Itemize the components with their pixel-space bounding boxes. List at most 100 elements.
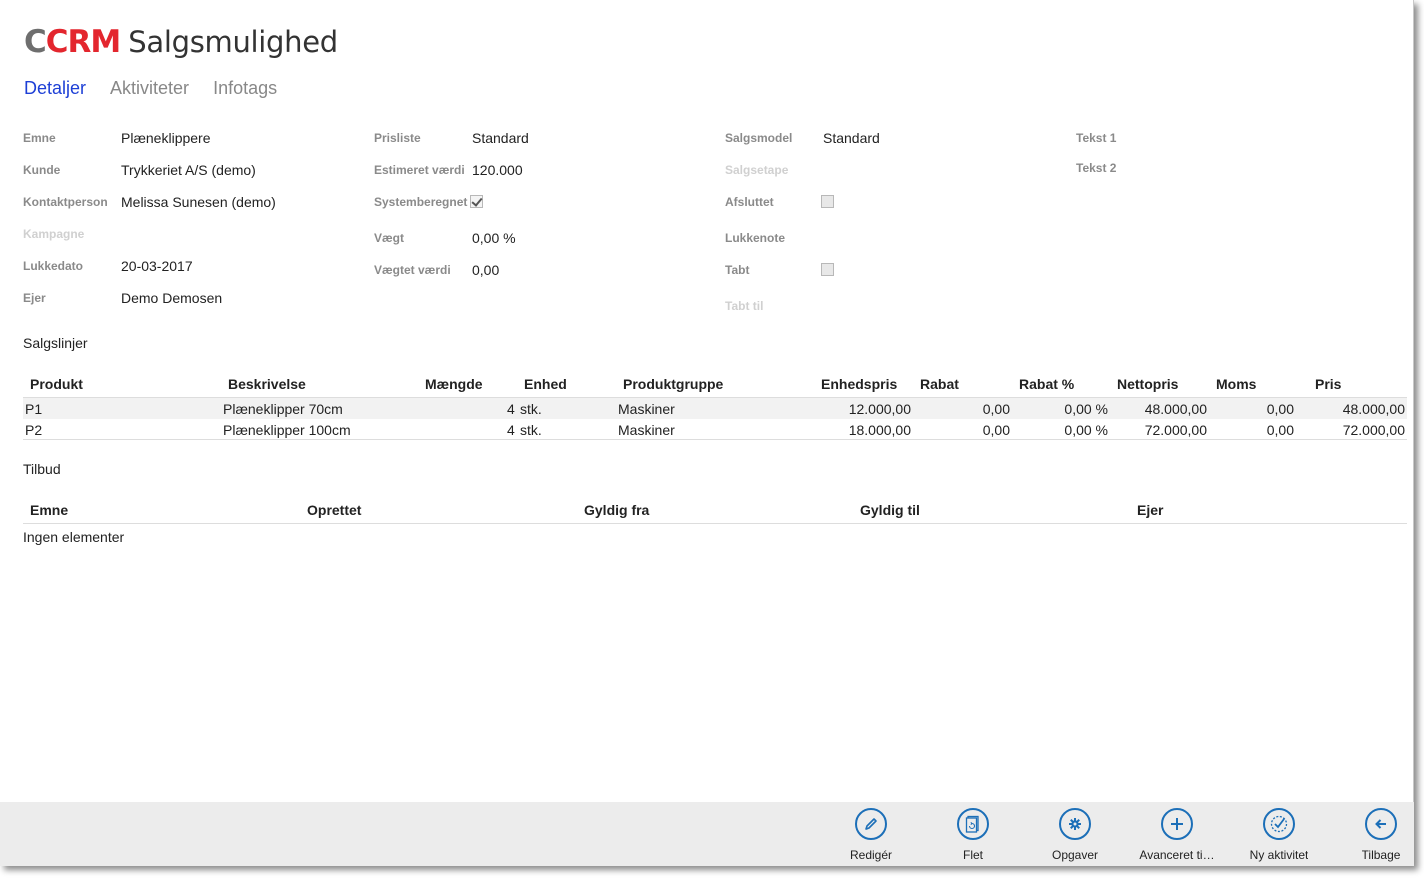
- field-label: Tekst 2: [1076, 161, 1117, 175]
- field-vaegt: Vægt 0,00 %: [374, 228, 516, 248]
- systemberegnet-checkbox[interactable]: [470, 195, 483, 208]
- tabt-checkbox[interactable]: [821, 263, 834, 276]
- cell-rabat: 0,00: [982, 401, 1010, 417]
- cell-beskrivelse: Plæneklipper 70cm: [223, 401, 343, 417]
- cell-rabat: 0,00: [982, 422, 1010, 438]
- tilbud-table: Emne Oprettet Gyldig fra Gyldig til Ejer: [23, 496, 1407, 524]
- column-header-emne[interactable]: Emne: [30, 502, 68, 518]
- field-label: Vægt: [374, 231, 404, 245]
- field-lukkedato: Lukkedato 20-03-2017: [23, 256, 193, 276]
- field-label: Kontaktperson: [23, 195, 108, 209]
- field-tabt-til: Tabt til: [725, 296, 763, 316]
- column-header-moms[interactable]: Moms: [1216, 376, 1256, 392]
- tab-aktiviteter[interactable]: Aktiviteter: [110, 78, 189, 99]
- column-header-produktgruppe[interactable]: Produktgruppe: [623, 376, 723, 392]
- cell-enhed: stk.: [520, 422, 542, 438]
- field-lukkenote: Lukkenote: [725, 228, 785, 248]
- field-label: Estimeret værdi: [374, 163, 465, 177]
- field-label: Prisliste: [374, 131, 421, 145]
- pencil-icon: [855, 808, 887, 840]
- cell-produkt: P1: [25, 401, 43, 417]
- column-header-pris[interactable]: Pris: [1315, 376, 1341, 392]
- app-window: C CRM Salgsmulighed Detaljer Aktiviteter …: [0, 0, 1414, 866]
- field-label: Vægtet værdi: [374, 263, 451, 277]
- edit-button[interactable]: Redigér: [821, 808, 921, 862]
- field-value[interactable]: Melissa Sunesen (demo): [121, 194, 276, 210]
- new-activity-button[interactable]: Ny aktivitet: [1229, 808, 1329, 862]
- cell-pris: 48.000,00: [1342, 401, 1405, 417]
- field-label: Tabt: [725, 263, 750, 277]
- empty-list-message: Ingen elementer: [23, 529, 125, 545]
- cell-rabat-pct: 0,00 %: [1064, 401, 1108, 417]
- logo-part-1: C: [24, 24, 47, 60]
- field-afsluttet: Afsluttet: [725, 192, 834, 212]
- gear-icon: [1059, 808, 1091, 840]
- cell-produktgruppe: Maskiner: [618, 401, 675, 417]
- app-bar: Redigér Flet Opgaver Avanceret ti… Ny ak…: [0, 802, 1414, 866]
- cell-rabat-pct: 0,00 %: [1064, 422, 1108, 438]
- field-value[interactable]: Trykkeriet A/S (demo): [121, 162, 256, 178]
- column-header-maengde[interactable]: Mængde: [425, 376, 483, 392]
- cell-maengde: 4: [507, 401, 515, 417]
- back-button[interactable]: Tilbage: [1331, 808, 1424, 862]
- field-tekst-2: Tekst 2: [1076, 158, 1116, 178]
- salgslinjer-table: Produkt Beskrivelse Mængde Enhed Produkt…: [23, 370, 1407, 440]
- field-estimeret-vaerdi: Estimeret værdi 120.000: [374, 160, 523, 180]
- section-title-salgslinjer: Salgslinjer: [23, 335, 88, 351]
- field-tabt: Tabt: [725, 260, 834, 280]
- field-label: Emne: [23, 131, 56, 145]
- column-header-produkt[interactable]: Produkt: [30, 376, 83, 392]
- field-ejer: Ejer Demo Demosen: [23, 288, 222, 308]
- field-label: Tekst 1: [1076, 131, 1117, 145]
- merge-button[interactable]: Flet: [923, 808, 1023, 862]
- field-label: Salgsetape: [725, 163, 789, 177]
- column-header-nettopris[interactable]: Nettopris: [1117, 376, 1178, 392]
- logo-part-2: CRM: [45, 24, 121, 60]
- table-row[interactable]: P1 Plæneklipper 70cm 4 stk. Maskiner 12.…: [23, 398, 1407, 419]
- cell-nettopris: 48.000,00: [1144, 401, 1207, 417]
- back-arrow-icon: [1365, 808, 1397, 840]
- cell-pris: 72.000,00: [1342, 422, 1405, 438]
- afsluttet-checkbox[interactable]: [821, 195, 834, 208]
- field-systemberegnet: Systemberegnet: [374, 192, 483, 212]
- document-merge-icon: [957, 808, 989, 840]
- cell-produkt: P2: [25, 422, 43, 438]
- cell-moms: 0,00: [1266, 401, 1294, 417]
- cell-enhedspris: 18.000,00: [848, 422, 911, 438]
- column-header-enhed[interactable]: Enhed: [524, 376, 567, 392]
- cell-nettopris: 72.000,00: [1144, 422, 1207, 438]
- column-header-rabat[interactable]: Rabat: [920, 376, 959, 392]
- column-header-enhedspris[interactable]: Enhedspris: [821, 376, 897, 392]
- cell-produktgruppe: Maskiner: [618, 422, 675, 438]
- checklist-icon: [1263, 808, 1295, 840]
- field-value: 0,00 %: [472, 230, 516, 246]
- cell-enhed: stk.: [520, 401, 542, 417]
- tab-infotags[interactable]: Infotags: [213, 78, 277, 99]
- field-tekst-1: Tekst 1: [1076, 128, 1116, 148]
- field-salgsmodel: Salgsmodel Standard: [725, 128, 880, 148]
- field-label: Ejer: [23, 291, 46, 305]
- tasks-button[interactable]: Opgaver: [1025, 808, 1125, 862]
- field-emne: Emne Plæneklippere: [23, 128, 211, 148]
- tasks-button-label: Opgaver: [1051, 848, 1099, 862]
- field-label: Salgsmodel: [725, 131, 793, 145]
- field-value: Demo Demosen: [121, 290, 223, 306]
- column-header-beskrivelse[interactable]: Beskrivelse: [228, 376, 306, 392]
- column-header-gyldig-fra[interactable]: Gyldig fra: [584, 502, 649, 518]
- column-header-ejer[interactable]: Ejer: [1137, 502, 1163, 518]
- field-label: Kampagne: [23, 227, 85, 241]
- field-value: Standard: [472, 130, 529, 146]
- header: C CRM Salgsmulighed: [24, 20, 338, 64]
- tab-detaljer[interactable]: Detaljer: [24, 78, 86, 99]
- field-kunde: Kunde Trykkeriet A/S (demo): [23, 160, 256, 180]
- table-row[interactable]: P2 Plæneklipper 100cm 4 stk. Maskiner 18…: [23, 419, 1407, 440]
- column-header-rabat-pct[interactable]: Rabat %: [1019, 376, 1074, 392]
- table-header: Produkt Beskrivelse Mængde Enhed Produkt…: [23, 370, 1407, 398]
- page-title: Salgsmulighed: [128, 25, 338, 59]
- field-prisliste: Prisliste Standard: [374, 128, 529, 148]
- column-header-oprettet[interactable]: Oprettet: [307, 502, 361, 518]
- column-header-gyldig-til[interactable]: Gyldig til: [860, 502, 920, 518]
- advanced-button[interactable]: Avanceret ti…: [1127, 808, 1227, 862]
- field-value: 0,00: [472, 262, 500, 278]
- field-salgsetape: Salgsetape: [725, 160, 788, 180]
